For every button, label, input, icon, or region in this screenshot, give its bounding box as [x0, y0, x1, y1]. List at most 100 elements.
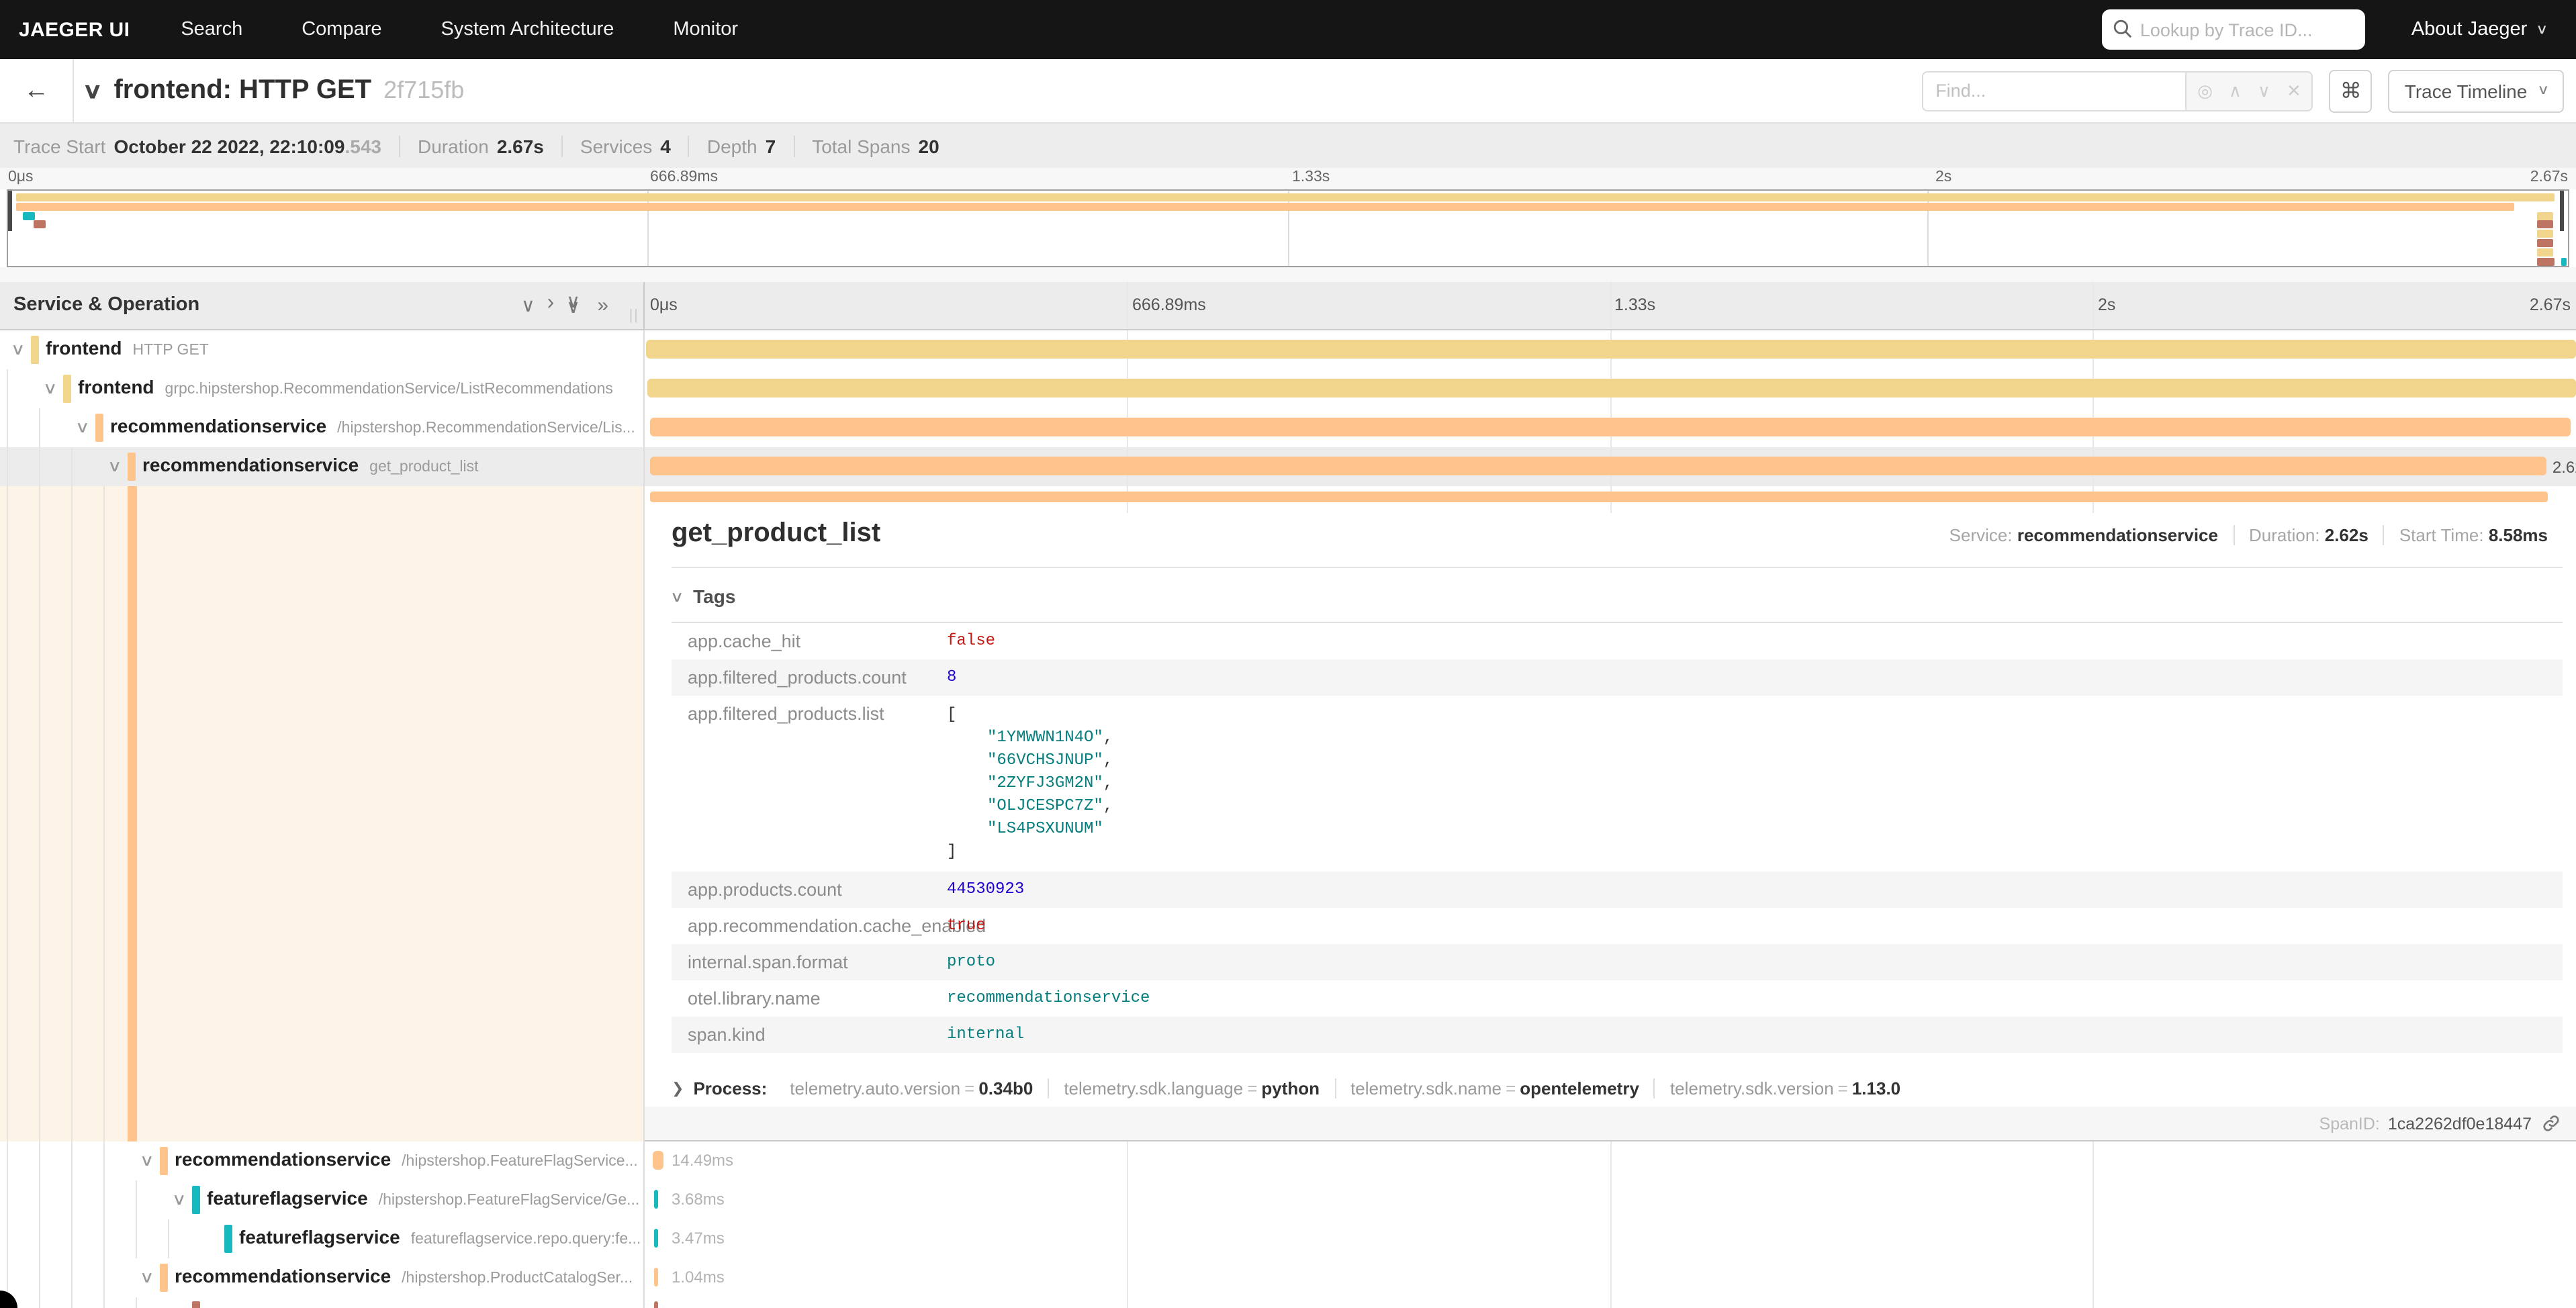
span-row[interactable]: ∨ frontendHTTP GET — [0, 330, 2576, 369]
tags-section-toggle[interactable]: ∨ Tags — [672, 586, 2563, 607]
span-duration-label: 14.49ms — [672, 1151, 733, 1170]
service-color-bar — [224, 1225, 232, 1253]
span-bar[interactable] — [647, 379, 2576, 398]
span-row[interactable]: ∨ recommendationservice/hipstershop.Recom… — [0, 408, 2576, 447]
chevron-down-icon: ∨ — [2537, 83, 2549, 98]
span-name[interactable]: recommendationservice/hipstershop.Produc… — [175, 1265, 633, 1287]
tag-row[interactable]: app.products.count44530923 — [672, 872, 2563, 908]
nav-item-system-architecture[interactable]: System Architecture — [441, 19, 614, 40]
span-bar[interactable] — [653, 1151, 663, 1170]
span-toggle-chevron-icon[interactable]: ∨ — [75, 418, 90, 436]
find-input[interactable] — [1922, 71, 2185, 111]
span-name[interactable]: featureflagservicefeatureflagservice.rep… — [239, 1226, 641, 1248]
span-name-cell[interactable]: ∨ recommendationserviceget_product_list — [0, 447, 645, 486]
span-row[interactable]: ∨ recommendationserviceget_product_list 2.… — [0, 447, 2576, 486]
span-name-cell[interactable]: ∨ recommendationservice/hipstershop.Featu… — [0, 1141, 645, 1180]
trace-view-selector[interactable]: Trace Timeline ∨ — [2389, 69, 2564, 112]
span-toggle-chevron-icon[interactable]: ∨ — [43, 379, 58, 398]
expand-all-icon[interactable]: » — [597, 294, 608, 317]
tag-row[interactable]: app.recommendation.cache_enabledtrue — [672, 908, 2563, 944]
span-row[interactable]: ∨ featureflagservice/hipstershop.FeatureF… — [0, 1180, 2576, 1219]
span-timeline-cell[interactable]: 2.62s — [645, 447, 2576, 486]
indent-guide — [7, 1180, 8, 1219]
span-toggle-chevron-icon[interactable]: ∨ — [11, 340, 26, 359]
span-toggle-chevron-icon[interactable]: ∨ — [140, 1151, 154, 1170]
span-toggle-chevron-icon[interactable]: ∨ — [140, 1268, 154, 1287]
nav-item-compare[interactable]: Compare — [302, 19, 381, 40]
tag-row[interactable]: app.filtered_products.count8 — [672, 659, 2563, 696]
tag-row[interactable]: app.cache_hitfalse — [672, 623, 2563, 659]
locate-icon[interactable]: ◎ — [2197, 80, 2213, 101]
next-result-icon[interactable]: ∨ — [2258, 80, 2270, 101]
clear-find-icon[interactable]: ✕ — [2287, 80, 2301, 101]
back-button[interactable]: ← — [0, 59, 74, 122]
collapse-all-icon[interactable]: ∨∨ — [566, 294, 585, 316]
span-bar[interactable] — [654, 1268, 658, 1287]
span-name[interactable]: recommendationserviceget_product_list — [142, 454, 479, 475]
service-color-bar — [31, 336, 39, 364]
span-name[interactable]: recommendationservice/hipstershop.Featur… — [175, 1148, 638, 1170]
span-bar[interactable] — [651, 418, 2571, 436]
collapse-trace-chevron-icon[interactable]: ∨ — [82, 77, 102, 104]
indent-guide — [103, 1297, 105, 1308]
span-name-cell[interactable] — [0, 1297, 645, 1308]
meta-label: Depth — [707, 135, 757, 156]
span-timeline-cell[interactable] — [645, 408, 2576, 447]
column-resize-handle[interactable]: || — [629, 308, 639, 324]
span-row[interactable]: ∨ recommendationservice/hipstershop.Produ… — [0, 1258, 2576, 1297]
about-jaeger-menu[interactable]: About Jaeger ∨ — [2411, 19, 2546, 40]
span-row[interactable]: featureflagservicefeatureflagservice.rep… — [0, 1219, 2576, 1258]
span-bar[interactable] — [654, 1301, 658, 1308]
timeline-column-header: Service & Operation ∨ › ∨∨ » || 0μs 666.… — [0, 282, 2576, 330]
span-bar[interactable] — [650, 492, 2548, 502]
trace-id-lookup-input[interactable] — [2103, 9, 2366, 50]
span-timeline-cell[interactable]: 1.04ms — [645, 1258, 2576, 1297]
service-color-bar — [128, 453, 136, 481]
span-row[interactable] — [0, 1297, 2576, 1308]
span-name-cell[interactable]: ∨ featureflagservice/hipstershop.FeatureF… — [0, 1180, 645, 1219]
span-name-cell[interactable]: ∨ recommendationservice/hipstershop.Recom… — [0, 408, 645, 447]
span-name[interactable]: frontendHTTP GET — [46, 337, 209, 359]
collapse-one-icon[interactable]: ∨ — [521, 294, 535, 317]
span-name[interactable]: frontendgrpc.hipstershop.RecommendationS… — [78, 376, 613, 398]
minimap-left-scrubber[interactable] — [8, 191, 12, 231]
span-timeline-cell[interactable]: 3.68ms — [645, 1180, 2576, 1219]
span-bar[interactable] — [645, 340, 2576, 359]
span-name[interactable]: recommendationservice/hipstershop.Recomm… — [110, 415, 635, 436]
span-bar[interactable] — [654, 1190, 658, 1209]
span-name-cell[interactable]: ∨ frontendgrpc.hipstershop.Recommendation… — [0, 369, 645, 408]
minimap-right-scrubber[interactable] — [2560, 191, 2564, 231]
span-toggle-chevron-icon[interactable]: ∨ — [172, 1190, 187, 1209]
tag-row[interactable]: app.filtered_products.list["1YMWWN1N4O",… — [672, 696, 2563, 872]
nav-item-search[interactable]: Search — [181, 19, 242, 40]
process-section[interactable]: ❯ Process: telemetry.auto.version=0.34b0… — [672, 1078, 2563, 1099]
span-bar[interactable] — [654, 1229, 658, 1248]
span-timeline-cell[interactable] — [645, 1297, 2576, 1308]
span-timeline-cell[interactable] — [645, 330, 2576, 369]
span-toggle-chevron-icon[interactable]: ∨ — [107, 457, 122, 475]
span-name[interactable]: featureflagservice/hipstershop.FeatureFl… — [207, 1187, 639, 1209]
tag-row[interactable]: internal.span.formatproto — [672, 944, 2563, 980]
span-timeline-cell[interactable] — [645, 369, 2576, 408]
prev-result-icon[interactable]: ∧ — [2229, 80, 2242, 101]
trace-minimap[interactable] — [7, 189, 2569, 267]
keyboard-shortcuts-button[interactable]: ⌘ — [2330, 69, 2373, 112]
span-row[interactable]: ∨ recommendationservice/hipstershop.Featu… — [0, 1141, 2576, 1180]
minimap-span-bar — [2537, 221, 2552, 229]
jaeger-logo[interactable]: JAEGER UI — [19, 18, 130, 41]
tag-row[interactable]: span.kindinternal — [672, 1017, 2563, 1053]
link-icon[interactable] — [2542, 1115, 2560, 1132]
span-timeline-cell[interactable]: 14.49ms — [645, 1141, 2576, 1180]
span-row[interactable]: ∨ frontendgrpc.hipstershop.Recommendation… — [0, 369, 2576, 408]
tag-row[interactable]: otel.library.namerecommendationservice — [672, 980, 2563, 1017]
minimap-span-bar — [2561, 257, 2567, 265]
span-bar[interactable] — [651, 457, 2547, 475]
span-name-cell[interactable]: ∨ frontendHTTP GET — [0, 330, 645, 369]
span-name-cell[interactable]: featureflagservicefeatureflagservice.rep… — [0, 1219, 645, 1258]
span-timeline-cell[interactable]: 3.47ms — [645, 1219, 2576, 1258]
span-name-cell[interactable]: ∨ recommendationservice/hipstershop.Produ… — [0, 1258, 645, 1297]
expand-one-icon[interactable]: › — [547, 294, 555, 317]
operation-name: /hipstershop.ProductCatalogSer... — [402, 1270, 633, 1287]
nav-item-monitor[interactable]: Monitor — [673, 19, 738, 40]
indent-guide — [7, 486, 8, 1141]
